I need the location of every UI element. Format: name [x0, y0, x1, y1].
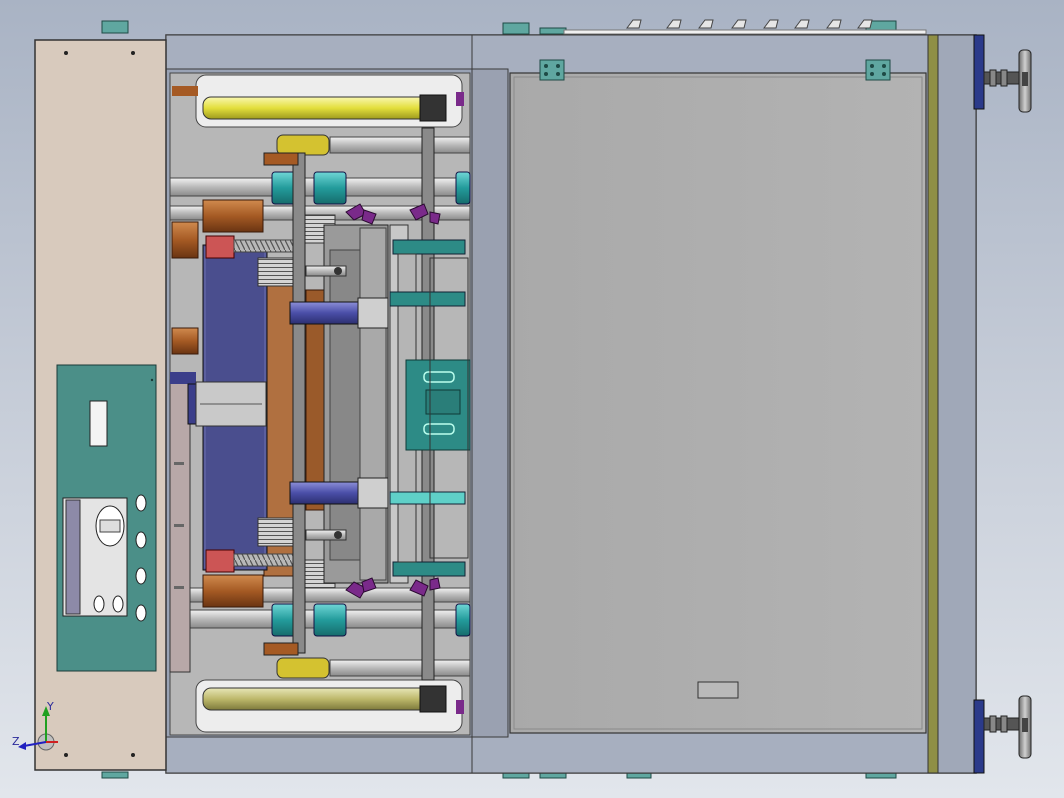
- heater-tube-top: [172, 74, 464, 128]
- vertical-tie-bar-left: [292, 152, 306, 654]
- socket-right[interactable]: [112, 595, 124, 613]
- heater-tube-bottom: [195, 679, 464, 733]
- indicator-3[interactable]: [135, 567, 147, 585]
- assembly-drawing: [18, 19, 1032, 779]
- z-axis-label: Z: [12, 735, 20, 748]
- foot-block-top: [973, 34, 985, 110]
- push-rod-lower: [289, 481, 363, 505]
- foot-block-bottom: [973, 699, 985, 774]
- control-panel[interactable]: [56, 364, 157, 672]
- leveling-foot-bottom[interactable]: [983, 695, 1032, 759]
- display-window: [89, 400, 108, 447]
- indicator-4[interactable]: [135, 604, 147, 622]
- door-handle-slot[interactable]: [697, 681, 739, 699]
- leveling-foot-top[interactable]: [983, 49, 1032, 113]
- door-hinge-top-left: [539, 59, 565, 81]
- teal-rail-bottom: [392, 561, 466, 577]
- access-door-panel: [509, 72, 927, 734]
- indicator-1[interactable]: [135, 494, 147, 512]
- y-axis-label: Y: [47, 700, 54, 713]
- clip-row: [626, 19, 873, 29]
- indicator-2[interactable]: [135, 531, 147, 549]
- top-hinges: [101, 19, 927, 35]
- socket-left[interactable]: [93, 595, 105, 613]
- teal-rail-top: [392, 239, 466, 255]
- side-strip: [927, 34, 939, 774]
- push-rod-upper: [289, 301, 363, 325]
- cad-viewport[interactable]: Y Z: [0, 0, 1064, 798]
- door-hinge-top-right: [865, 59, 891, 81]
